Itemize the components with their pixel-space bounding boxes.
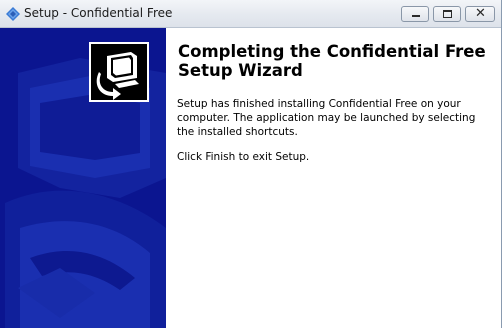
page-title: Completing the Confidential Free Setup W…	[178, 42, 486, 80]
banner-logo	[89, 42, 149, 102]
finish-message: Setup has finished installing Confidenti…	[177, 98, 476, 138]
wizard-content: Completing the Confidential Free Setup W…	[166, 28, 501, 328]
exit-instructions: Click Finish to exit Setup.	[177, 151, 310, 163]
wizard-banner	[0, 28, 166, 328]
minimize-icon	[412, 15, 420, 17]
title-bar[interactable]: Setup - Confidential Free ✕	[0, 0, 501, 28]
computer-install-icon	[96, 52, 139, 100]
close-button[interactable]: ✕	[465, 6, 495, 22]
minimize-button[interactable]	[401, 6, 429, 22]
setup-window: Setup - Confidential Free ✕ Completing t…	[0, 0, 502, 328]
setup-diamond-icon	[6, 7, 20, 21]
close-icon: ✕	[475, 6, 486, 21]
maximize-icon	[443, 10, 452, 18]
window-title: Setup - Confidential Free	[24, 6, 173, 20]
maximize-button[interactable]	[433, 6, 461, 22]
